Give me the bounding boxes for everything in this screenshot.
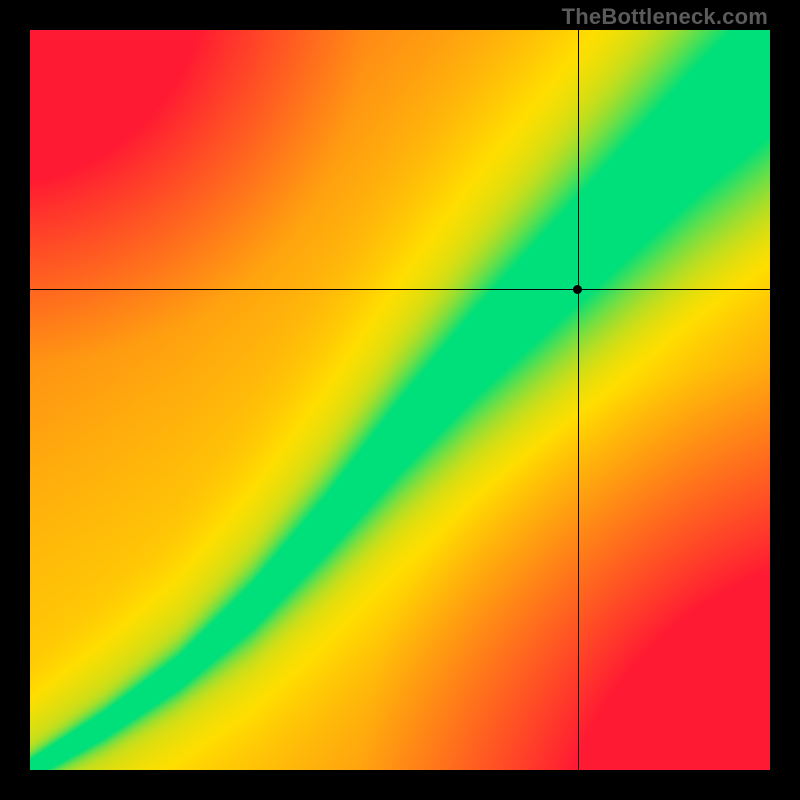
heatmap-plot (30, 30, 770, 770)
watermark-text: TheBottleneck.com (562, 4, 768, 30)
chart-frame: TheBottleneck.com (0, 0, 800, 800)
heatmap-canvas (30, 30, 770, 770)
